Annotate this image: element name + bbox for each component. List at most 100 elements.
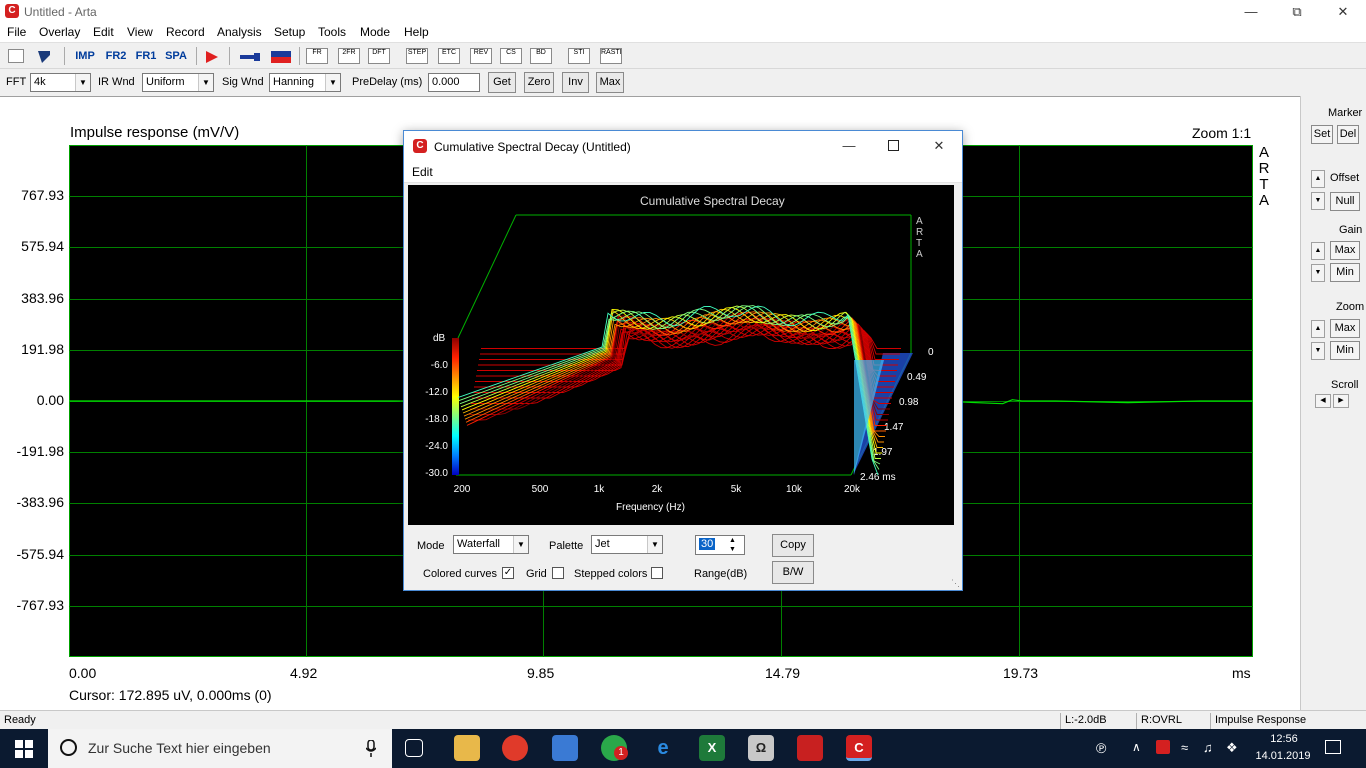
csd-arta-watermark: ARTA: [916, 216, 924, 260]
toolbar-step-icon[interactable]: STEP: [406, 48, 428, 64]
zoom-min-button[interactable]: Min: [1330, 341, 1360, 360]
offset-label: Offset: [1330, 172, 1360, 184]
gain-down-arrow[interactable]: ▼: [1311, 264, 1325, 282]
resize-grip-icon[interactable]: ⋱: [951, 578, 961, 588]
inv-button[interactable]: Inv: [562, 72, 589, 93]
csd-close-button[interactable]: ✕: [916, 134, 962, 157]
chrome-icon[interactable]: [502, 735, 528, 761]
zoom-down-arrow[interactable]: ▼: [1311, 342, 1325, 360]
grid-checkbox[interactable]: [552, 567, 564, 579]
generator-icon[interactable]: [240, 52, 262, 62]
arta-taskbar-icon[interactable]: C: [846, 735, 872, 761]
chevron-up-icon[interactable]: ∧: [1132, 740, 1141, 754]
time-tick-label: 0.98: [899, 397, 919, 408]
range-spinbox[interactable]: 30 ▲ ▼: [695, 535, 745, 555]
menu-edit[interactable]: Edit: [93, 25, 114, 39]
mail-icon[interactable]: [552, 735, 578, 761]
stepped-colors-checkbox[interactable]: [651, 567, 663, 579]
marker-set-button[interactable]: Set: [1311, 125, 1333, 144]
fft-select[interactable]: 4k ▼: [30, 73, 91, 92]
red-triangle-play-icon[interactable]: [205, 50, 219, 64]
menu-record[interactable]: Record: [166, 25, 205, 39]
task-view-icon[interactable]: [405, 739, 423, 757]
csd-waterfall-plot[interactable]: -6.0 -12.0 -18.0 -24.0 -30.0 200 500 1k 2k 5k 10k 2…: [408, 185, 954, 525]
ir-wnd-select[interactable]: Uniform ▼: [142, 73, 214, 92]
excel-icon[interactable]: X: [699, 735, 725, 761]
gain-up-arrow[interactable]: ▲: [1311, 242, 1325, 260]
toolbar-dft-icon[interactable]: DFT: [368, 48, 390, 64]
menu-overlay[interactable]: Overlay: [39, 25, 80, 39]
restore-button[interactable]: ⧉: [1274, 0, 1320, 23]
csd-maximize-button[interactable]: [888, 140, 899, 151]
fr2-button[interactable]: FR2: [104, 46, 128, 66]
status-left-level: L:-2.0dB: [1060, 713, 1134, 730]
toolbar-rev-icon[interactable]: REV: [470, 48, 492, 64]
sig-wnd-select[interactable]: Hanning ▼: [269, 73, 341, 92]
puzzle-app-icon[interactable]: [797, 735, 823, 761]
zero-button[interactable]: Zero: [524, 72, 554, 93]
people-icon[interactable]: ℗: [1096, 740, 1106, 756]
menu-view[interactable]: View: [127, 25, 153, 39]
zoom-up-arrow[interactable]: ▲: [1311, 320, 1325, 338]
dropbox-icon[interactable]: ❖: [1226, 740, 1238, 756]
menu-help[interactable]: Help: [404, 25, 429, 39]
menu-setup[interactable]: Setup: [274, 25, 305, 39]
toolbar-bd-icon[interactable]: BD: [530, 48, 552, 64]
menu-analysis[interactable]: Analysis: [217, 25, 262, 39]
toolbar-fr-icon[interactable]: FR: [306, 48, 328, 64]
scroll-right-arrow[interactable]: ▶: [1333, 394, 1349, 408]
signal-icon[interactable]: [271, 51, 291, 63]
csd-minimize-button[interactable]: —: [826, 134, 872, 157]
offset-null-button[interactable]: Null: [1330, 192, 1360, 211]
range-down-arrow[interactable]: ▼: [729, 545, 736, 554]
spa-button[interactable]: SPA: [164, 46, 188, 66]
taskbar-search-box[interactable]: Zur Suche Text hier eingeben: [48, 729, 392, 768]
action-center-icon[interactable]: [1325, 740, 1341, 754]
imp-button[interactable]: IMP: [72, 46, 98, 66]
time-tick-label: 1.47: [884, 422, 904, 433]
clock-date[interactable]: 14.01.2019: [1252, 750, 1314, 762]
colored-curves-label: Colored curves: [423, 568, 497, 580]
copy-button[interactable]: Copy: [772, 534, 814, 557]
arrow-icon[interactable]: [36, 49, 52, 63]
document-icon[interactable]: [8, 49, 24, 63]
file-explorer-icon[interactable]: [454, 735, 480, 761]
range-up-arrow[interactable]: ▲: [729, 536, 736, 545]
get-button[interactable]: Get: [488, 72, 516, 93]
colored-curves-checkbox[interactable]: ✓: [502, 567, 514, 579]
antivirus-tray-icon[interactable]: [1156, 740, 1170, 754]
offset-down-arrow[interactable]: ▼: [1311, 192, 1325, 210]
max-button[interactable]: Max: [596, 72, 624, 93]
toolbar-cs-icon[interactable]: CS: [500, 48, 522, 64]
offset-up-arrow[interactable]: ▲: [1311, 170, 1325, 188]
gain-min-button[interactable]: Min: [1330, 263, 1360, 282]
charmap-icon[interactable]: Ω: [748, 735, 774, 761]
zoom-max-button[interactable]: Max: [1330, 319, 1360, 338]
edge-icon[interactable]: e: [650, 735, 676, 761]
clock-time[interactable]: 12:56: [1260, 733, 1308, 745]
predelay-input[interactable]: 0.000: [428, 73, 480, 92]
menu-file[interactable]: File: [7, 25, 26, 39]
fr1-button[interactable]: FR1: [134, 46, 158, 66]
volume-icon[interactable]: ♫: [1203, 740, 1213, 755]
menu-tools[interactable]: Tools: [318, 25, 346, 39]
marker-delete-button[interactable]: Del: [1337, 125, 1359, 144]
toolbar-etc-icon[interactable]: ETC: [438, 48, 460, 64]
palette-select[interactable]: Jet ▼: [591, 535, 663, 554]
frequency-tick-label: 5k: [731, 484, 743, 495]
mode-select[interactable]: Waterfall ▼: [453, 535, 529, 554]
toolbar-rasti-icon[interactable]: RASTI: [600, 48, 622, 64]
csd-menu-bar: Edit: [404, 161, 962, 183]
windows-start-icon[interactable]: [15, 740, 33, 758]
close-button[interactable]: ✕: [1320, 0, 1366, 23]
minimize-button[interactable]: —: [1228, 0, 1274, 23]
csd-menu-edit[interactable]: Edit: [412, 165, 433, 179]
scroll-left-arrow[interactable]: ◀: [1315, 394, 1331, 408]
wifi-icon[interactable]: ≈: [1181, 740, 1188, 755]
toolbar-sti-icon[interactable]: STI: [568, 48, 590, 64]
toolbar-2fr-icon[interactable]: 2FR: [338, 48, 360, 64]
microphone-icon[interactable]: [366, 740, 376, 757]
bw-button[interactable]: B/W: [772, 561, 814, 584]
gain-max-button[interactable]: Max: [1330, 241, 1360, 260]
menu-mode[interactable]: Mode: [360, 25, 390, 39]
